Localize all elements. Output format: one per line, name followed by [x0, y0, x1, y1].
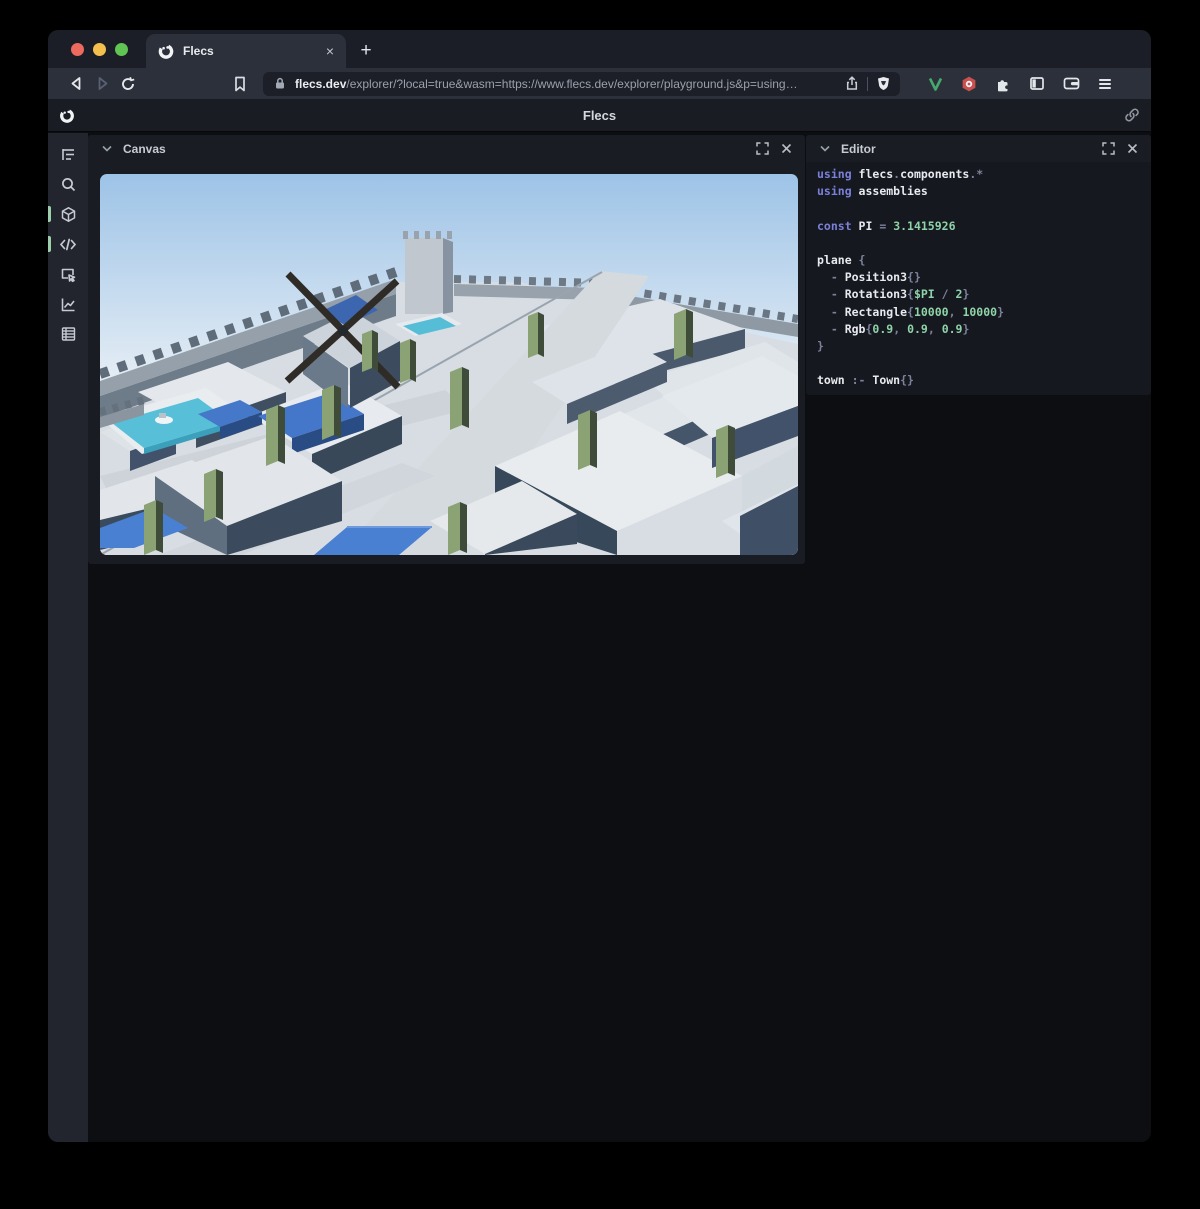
url-path: /explorer/?local=true&wasm=https://www.f… — [346, 77, 797, 91]
minimize-window-button[interactable] — [93, 43, 106, 56]
sidebar-item-search[interactable] — [48, 169, 88, 199]
bookmark-icon[interactable] — [227, 73, 253, 95]
v-extension-icon[interactable] — [924, 73, 946, 95]
shield-icon[interactable] — [875, 76, 891, 92]
browser-toolbar: flecs.dev/explorer/?local=true&wasm=http… — [48, 68, 1151, 99]
chevron-down-icon[interactable] — [99, 141, 115, 157]
app-header: Flecs — [48, 99, 1151, 132]
canvas-3d-scene[interactable] — [100, 174, 798, 555]
close-icon[interactable] — [1124, 141, 1140, 157]
wallet-icon[interactable] — [1060, 73, 1082, 95]
sidebar-item-inspect[interactable] — [48, 259, 88, 289]
tab-title: Flecs — [183, 44, 317, 58]
sidebar-item-tables[interactable] — [48, 319, 88, 349]
reading-list-icon[interactable] — [1026, 73, 1048, 95]
extensions-puzzle-icon[interactable] — [992, 73, 1014, 95]
close-window-button[interactable] — [71, 43, 84, 56]
editor-panel-title: Editor — [841, 142, 876, 156]
reload-icon[interactable] — [115, 73, 141, 95]
fullscreen-icon[interactable] — [1100, 141, 1116, 157]
url-domain: flecs.dev — [295, 77, 346, 91]
sidebar-item-entity-tree[interactable] — [48, 139, 88, 169]
canvas-panel-title: Canvas — [123, 142, 166, 156]
tab-bar: Flecs × + — [48, 30, 1151, 68]
sidebar-item-stats[interactable] — [48, 289, 88, 319]
workspace: Canvas — [88, 133, 1151, 1142]
left-sidebar — [48, 133, 88, 1142]
traffic-lights — [48, 30, 146, 68]
tab-close-icon[interactable]: × — [326, 44, 334, 58]
flecs-favicon — [158, 43, 174, 59]
editor-panel-header: Editor — [806, 135, 1151, 162]
link-icon[interactable] — [1124, 107, 1140, 123]
fullscreen-icon[interactable] — [754, 141, 770, 157]
browser-window: Flecs × + flecs.dev/explorer/?local=true… — [48, 30, 1151, 1142]
back-icon[interactable] — [63, 73, 89, 95]
menu-icon[interactable] — [1094, 73, 1116, 95]
lock-icon — [272, 76, 288, 92]
browser-tab-flecs[interactable]: Flecs × — [146, 34, 346, 68]
canvas-panel-header: Canvas — [88, 135, 805, 162]
canvas-panel: Canvas — [88, 135, 805, 564]
forward-icon[interactable] — [89, 73, 115, 95]
zoom-window-button[interactable] — [115, 43, 128, 56]
chevron-down-icon[interactable] — [817, 141, 833, 157]
adblock-extension-icon[interactable] — [958, 73, 980, 95]
close-icon[interactable] — [778, 141, 794, 157]
sidebar-item-editor[interactable] — [48, 229, 88, 259]
share-icon[interactable] — [844, 76, 860, 92]
page-title: Flecs — [48, 108, 1151, 123]
sidebar-item-canvas[interactable] — [48, 199, 88, 229]
editor-panel: Editor using flecs.components.*using ass… — [806, 135, 1151, 395]
editor-code[interactable]: using flecs.components.*using assemblies… — [806, 162, 1151, 390]
new-tab-button[interactable]: + — [346, 34, 386, 68]
url-divider — [867, 77, 868, 91]
url-bar[interactable]: flecs.dev/explorer/?local=true&wasm=http… — [263, 72, 900, 96]
